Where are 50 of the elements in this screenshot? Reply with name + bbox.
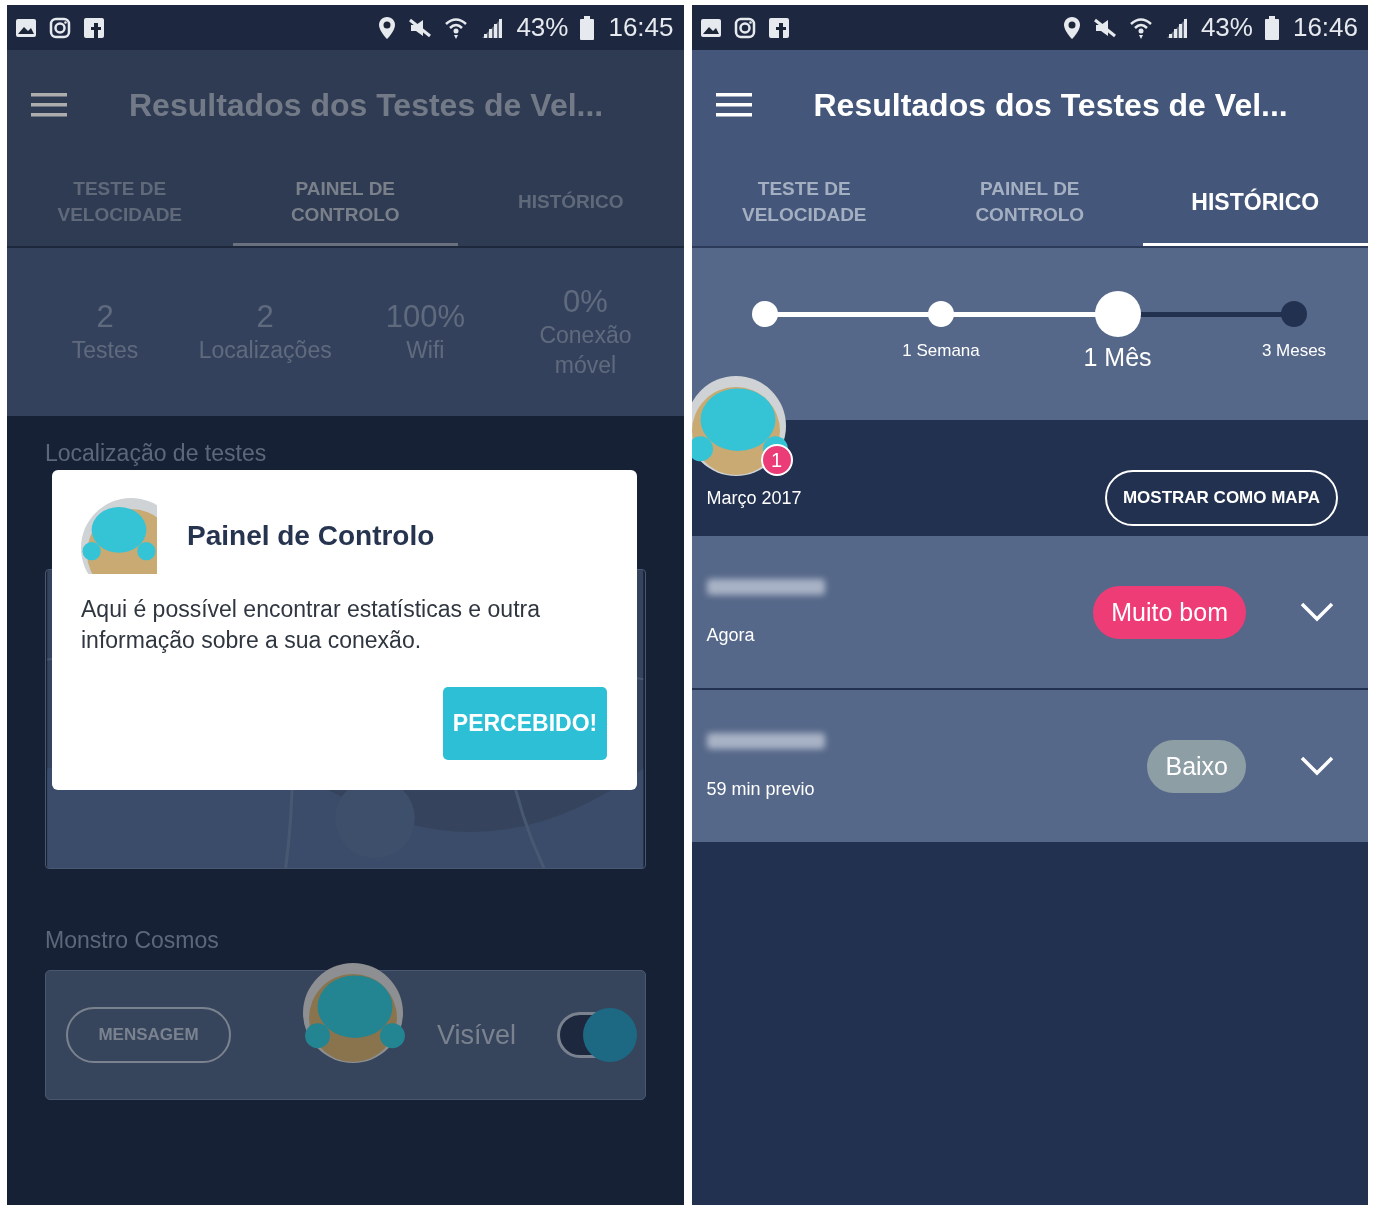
dialog-text: Aqui é possível encontrar estatísticas e outra informação sobre a sua conexão. — [81, 595, 541, 655]
visibility-toggle[interactable] — [556, 1008, 637, 1062]
range-slider[interactable]: 1 Semana 1 Mês 3 Meses — [710, 290, 1348, 372]
show-map-button[interactable]: MOSTRAR COMO MAPA — [1104, 470, 1338, 526]
chevron-down-icon[interactable] — [1300, 756, 1334, 776]
wifi-icon — [1128, 15, 1153, 40]
range-stop[interactable] — [751, 301, 778, 327]
battery-percent: 43% — [1200, 12, 1253, 43]
tab[interactable]: TESTE DE VELOCIDADE — [691, 160, 917, 246]
location-pin-icon — [1062, 15, 1081, 40]
mute-icon — [1092, 16, 1117, 39]
signal-icon — [480, 16, 505, 39]
app-icon — [767, 16, 790, 39]
wifi-icon — [444, 15, 469, 40]
chevron-down-icon[interactable] — [1300, 602, 1334, 622]
menu-icon[interactable] — [31, 91, 67, 119]
month-label: Março 2017 — [706, 487, 802, 509]
rating-badge: Muito bom — [1093, 585, 1246, 639]
app-title: Resultados dos Testes de Vel... — [813, 86, 1288, 124]
gallery-icon — [15, 17, 37, 38]
battery-icon — [580, 15, 595, 40]
range-stop[interactable] — [1094, 291, 1141, 337]
range-label: 3 Meses — [1261, 341, 1327, 361]
section-title: Monstro Cosmos — [45, 927, 220, 954]
clock-time: 16:45 — [608, 12, 674, 43]
mute-icon — [408, 16, 433, 39]
section-title: Localização de testes — [45, 440, 268, 467]
app-title: Resultados dos Testes de Vel... — [129, 86, 604, 124]
battery-icon — [1264, 15, 1279, 40]
result-time: 59 min previo — [706, 778, 816, 800]
camera-icon — [733, 16, 756, 39]
rating-badge: Baixo — [1147, 739, 1246, 793]
app-icon — [83, 16, 105, 39]
result-time: Agora — [706, 624, 756, 646]
result-row[interactable]: Agora Muito bom — [691, 536, 1368, 690]
clock-time: 16:46 — [1292, 12, 1358, 43]
location-pin-icon — [378, 15, 397, 40]
tab[interactable]: PAINEL DE CONTROLO — [917, 160, 1143, 246]
camera-icon — [49, 16, 71, 39]
gallery-icon — [699, 17, 722, 38]
got-it-button[interactable]: PERCEBIDO! — [443, 687, 607, 760]
range-label: 1 Semana — [902, 341, 980, 361]
battery-percent: 43% — [516, 12, 569, 43]
range-stop[interactable] — [928, 301, 954, 327]
dialog-title: Painel de Controlo — [187, 520, 435, 552]
message-button[interactable]: MENSAGEM — [66, 1007, 231, 1063]
result-row[interactable]: 59 min previo Baixo — [691, 690, 1368, 844]
range-label: 1 Mês — [1083, 343, 1152, 372]
menu-icon[interactable] — [715, 91, 752, 119]
toggle-label: Visível — [437, 1019, 517, 1051]
